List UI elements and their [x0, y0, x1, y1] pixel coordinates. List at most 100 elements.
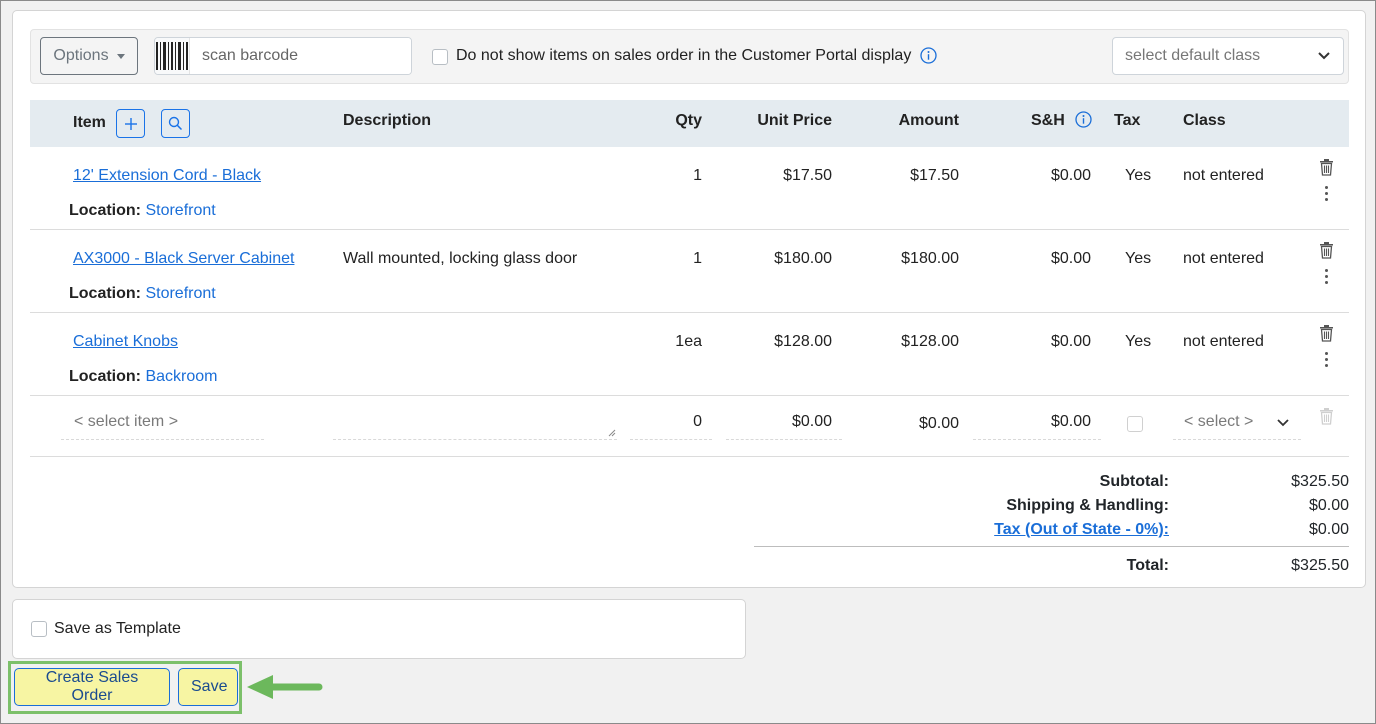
header-item: Item [73, 114, 106, 131]
class-select[interactable]: < select > [1173, 406, 1301, 440]
table-row: 12' Extension Cord - Black 1 $17.50 $17.… [30, 147, 1349, 230]
totals-divider [754, 546, 1349, 547]
items-table-header: Item Description Qty Unit Price Amount S… [30, 100, 1349, 147]
search-icon [168, 116, 183, 131]
location-value[interactable]: Storefront [145, 285, 215, 302]
chevron-down-icon [1318, 52, 1330, 60]
table-row: Cabinet Knobs 1ea $128.00 $128.00 $0.00 … [30, 313, 1349, 396]
class-select-placeholder: < select > [1184, 413, 1254, 430]
header-class: Class [1183, 112, 1226, 129]
unit-price-value: $0.00 [791, 413, 832, 430]
class-cell[interactable]: not entered [1183, 333, 1264, 351]
trash-icon[interactable] [1319, 159, 1334, 176]
sh-cell[interactable]: $0.00 [1010, 250, 1091, 268]
save-button[interactable]: Save [178, 668, 238, 706]
portal-hide-label: Do not show items on sales order in the … [456, 47, 912, 64]
options-label: Options [53, 47, 109, 64]
amount-cell: $180.00 [901, 250, 959, 267]
arrow-left-icon [247, 675, 323, 699]
shipping-label: Shipping & Handling: [1006, 497, 1169, 514]
add-item-button[interactable] [116, 109, 145, 138]
location-value[interactable]: Storefront [145, 202, 215, 219]
tax-cell[interactable]: Yes [1125, 333, 1151, 351]
location-line: Location: Backroom [69, 368, 217, 386]
save-template-card: Save as Template [12, 599, 746, 659]
description-textarea[interactable] [333, 406, 617, 440]
location-label: Location: [69, 285, 141, 302]
more-vertical-icon[interactable] [1325, 269, 1328, 284]
amount-cell: $17.50 [910, 167, 959, 184]
scan-barcode-input[interactable] [190, 38, 411, 74]
barcode-icon [155, 38, 190, 74]
select-item-input[interactable]: < select item > [61, 406, 264, 440]
header-sh: S&H [1031, 111, 1092, 130]
total-value: $325.50 [1291, 557, 1349, 574]
search-item-button[interactable] [161, 109, 190, 138]
sh-value: $0.00 [1050, 413, 1091, 430]
qty-cell[interactable]: 1ea [630, 333, 702, 351]
tax-cell[interactable]: Yes [1125, 167, 1151, 185]
select-item-placeholder: < select item > [74, 413, 179, 430]
unit-price-cell[interactable]: $17.50 [730, 167, 832, 185]
shipping-value: $0.00 [1308, 497, 1349, 514]
amount-cell: $128.00 [901, 333, 959, 350]
item-link[interactable]: Cabinet Knobs [73, 333, 178, 351]
info-icon[interactable] [920, 47, 937, 64]
portal-hide-checkbox[interactable] [432, 49, 448, 65]
info-icon[interactable] [1075, 111, 1092, 128]
sh-input[interactable]: $0.00 [973, 406, 1101, 440]
portal-hide-label-group: Do not show items on sales order in the … [456, 47, 937, 65]
amount-value: $0.00 [918, 415, 959, 432]
caret-down-icon [116, 53, 125, 59]
sales-order-items-card: Options Do not show it [12, 10, 1366, 588]
sh-cell[interactable]: $0.00 [1010, 167, 1091, 185]
qty-cell[interactable]: 1 [630, 167, 702, 185]
unit-price-input[interactable]: $0.00 [726, 406, 842, 440]
new-item-row: < select item > 0 $0.00 $0.00 $0.00 < se… [30, 396, 1349, 457]
header-unit-price: Unit Price [757, 112, 832, 129]
header-qty: Qty [675, 112, 702, 129]
create-sales-order-button[interactable]: Create Sales Order [14, 668, 170, 706]
class-cell[interactable]: not entered [1183, 167, 1264, 185]
more-vertical-icon[interactable] [1325, 186, 1328, 201]
unit-price-cell[interactable]: $180.00 [730, 250, 832, 268]
total-label: Total: [1126, 557, 1169, 574]
trash-icon[interactable] [1319, 325, 1334, 342]
location-value[interactable]: Backroom [145, 368, 217, 385]
item-link[interactable]: 12' Extension Cord - Black [73, 167, 261, 185]
default-class-placeholder: select default class [1125, 47, 1261, 64]
header-sh-label: S&H [1031, 112, 1065, 129]
unit-price-cell[interactable]: $128.00 [730, 333, 832, 351]
header-tax: Tax [1114, 112, 1141, 129]
trash-icon[interactable] [1319, 242, 1334, 259]
sh-cell[interactable]: $0.00 [1010, 333, 1091, 351]
tax-checkbox[interactable] [1127, 416, 1143, 432]
header-amount: Amount [898, 112, 959, 129]
save-template-checkbox[interactable] [31, 621, 47, 637]
location-label: Location: [69, 202, 141, 219]
tax-value: $0.00 [1308, 521, 1349, 538]
trash-icon [1320, 408, 1333, 425]
items-toolbar: Options Do not show it [30, 29, 1349, 84]
class-cell[interactable]: not entered [1183, 250, 1264, 268]
item-link[interactable]: AX3000 - Black Server Cabinet [73, 250, 294, 268]
more-vertical-icon[interactable] [1325, 352, 1328, 367]
resize-handle-icon[interactable] [608, 429, 616, 437]
location-line: Location: Storefront [69, 202, 216, 220]
default-class-select[interactable]: select default class [1112, 37, 1344, 75]
qty-cell[interactable]: 1 [630, 250, 702, 268]
plus-icon [124, 117, 137, 130]
description-cell[interactable]: Wall mounted, locking glass door [343, 250, 577, 268]
location-label: Location: [69, 368, 141, 385]
subtotal-label: Subtotal: [1099, 473, 1169, 490]
location-line: Location: Storefront [69, 285, 216, 303]
save-template-label: Save as Template [54, 620, 181, 637]
table-row: AX3000 - Black Server Cabinet Wall mount… [30, 230, 1349, 313]
chevron-down-icon [1277, 419, 1289, 427]
tax-cell[interactable]: Yes [1125, 250, 1151, 268]
qty-input[interactable]: 0 [630, 406, 712, 440]
qty-value: 0 [693, 413, 702, 430]
options-dropdown-button[interactable]: Options [40, 37, 138, 75]
barcode-scan-group [154, 37, 412, 75]
tax-rate-link[interactable]: Tax (Out of State - 0%): [994, 521, 1169, 539]
